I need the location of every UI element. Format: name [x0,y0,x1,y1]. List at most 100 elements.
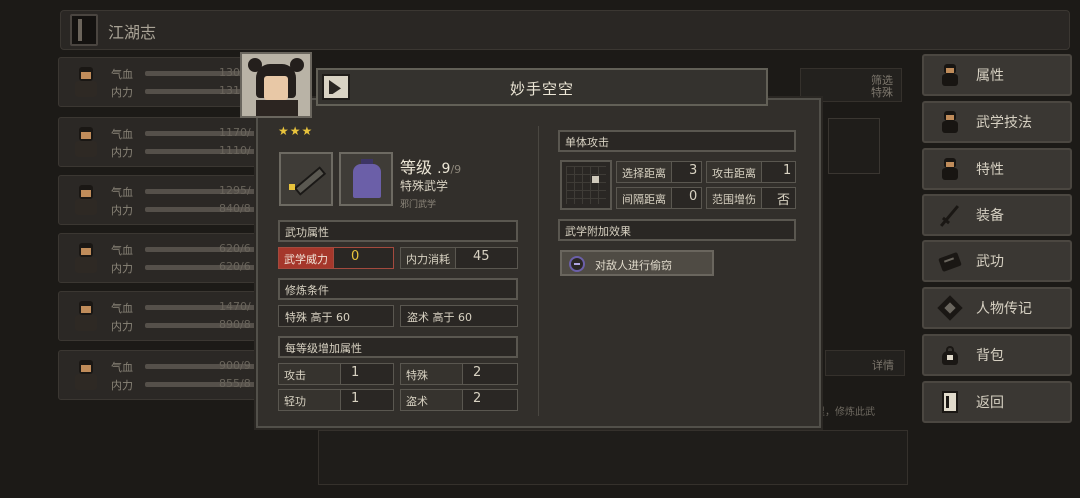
select-range-value: 3 [689,163,698,178]
mp-value: 1110/ [219,144,251,157]
character-avatar [67,239,105,277]
background-panel [318,430,908,485]
menu-button[interactable]: 属性 [922,54,1072,96]
mp-label: 内力 [111,204,133,217]
mp-value: 855/8 [219,377,251,390]
level-label: 等级 [400,158,433,177]
gain-cell: 轻功 1 [278,389,394,411]
power-cell: 武学威力 0 [278,247,394,269]
character-avatar [67,123,105,161]
background-note: 里，修炼此武 [815,407,875,418]
aoe-label: 范围增伤 [707,188,762,208]
interval-value: 0 [689,189,698,204]
gain-value: 2 [473,365,482,380]
hp-label: 气血 [111,361,133,374]
level-max: /9 [450,163,462,176]
effect-header: 武学附加效果 [558,219,796,241]
character-icon [938,110,962,134]
gain-cell: 盗术 2 [400,389,518,411]
sect-icon-slot [339,152,393,206]
menu-label: 属性 [976,68,1004,84]
level-display: 等级 .9/9 [400,154,461,178]
menu-button[interactable]: 武功 [922,240,1072,282]
gain-cell: 特殊 2 [400,363,518,385]
mp-value: 620/6 [219,260,251,273]
aoe-value: 否 [777,193,791,208]
gain-label: 盗术 [401,390,463,410]
select-range-label: 选择距离 [617,162,672,182]
mp-label: 内力 [111,262,133,275]
requirement-1: 特殊 高于 60 [278,305,394,327]
gain-label: 攻击 [279,364,341,384]
menu-button[interactable]: 武学技法 [922,101,1072,143]
power-label: 武学威力 [279,248,334,268]
menu-label: 武学技法 [976,115,1032,131]
background-slot [828,118,880,174]
gain-value: 1 [351,391,360,406]
steal-icon [569,256,585,272]
book-icon [937,295,963,321]
sect-figure-icon [353,164,381,198]
scroll-icon [938,249,962,273]
effect-item[interactable]: 对敌人进行偷窃 [560,250,714,276]
menu-label: 特性 [976,162,1004,178]
menu-button[interactable]: 特性 [922,148,1072,190]
skill-category: 特殊武学 [400,179,449,193]
mp-cost-label: 内力消耗 [401,248,456,268]
book-icon [70,14,98,46]
menu-label: 返回 [976,395,1004,411]
mp-label: 内力 [111,86,133,99]
skill-sect: 邪门武学 [400,200,437,210]
hp-label: 气血 [111,302,133,315]
menu-button[interactable]: 背包 [922,334,1072,376]
mp-label: 内力 [111,320,133,333]
top-bar [60,10,1070,50]
character-icon [938,157,962,181]
aoe-cell: 范围增伤 否 [706,187,796,209]
hp-value: 900/9 [219,359,251,372]
detail-button[interactable]: 详情 [825,350,905,376]
star-rating: ★★★ [278,124,314,138]
blade-icon [293,166,327,196]
character-icon [938,63,962,87]
menu-label: 武功 [976,254,1004,270]
attr-header: 武功属性 [278,220,518,242]
select-range-cell: 选择距离 3 [616,161,702,183]
interval-cell: 间隔距离 0 [616,187,702,209]
dialog-title-bar: 妙手空空 [316,68,768,106]
character-avatar [67,297,105,335]
menu-button[interactable]: 返回 [922,381,1072,423]
gain-value: 1 [351,365,360,380]
hp-value: 620/6 [219,242,251,255]
interval-label: 间隔距离 [617,188,672,208]
character-avatar [67,63,105,101]
mp-label: 内力 [111,146,133,159]
menu-label: 背包 [976,348,1004,364]
req-header: 修炼条件 [278,278,518,300]
mp-value: 131 [219,84,240,97]
gain-label: 轻功 [279,390,341,410]
hp-value: 1170/ [219,126,251,139]
target-header: 单体攻击 [558,130,796,152]
range-grid [560,160,612,210]
page-title: 江湖志 [108,23,157,42]
skill-icon-slot [279,152,333,206]
filter-button[interactable]: 筛选 特殊 [800,68,902,102]
hp-value: 1470/ [219,300,251,313]
hp-label: 气血 [111,68,133,81]
menu-label: 人物传记 [976,301,1032,317]
attack-range-value: 1 [783,163,792,178]
exit-door-icon [938,390,962,414]
gain-label: 特殊 [401,364,463,384]
menu-button[interactable]: 人物传记 [922,287,1072,329]
menu-label: 装备 [976,208,1004,224]
sword-icon [938,203,962,227]
mp-cost-value: 45 [473,249,490,264]
hp-label: 气血 [111,128,133,141]
mp-cost-cell: 内力消耗 45 [400,247,518,269]
hp-value: 1295/ [219,184,251,197]
character-avatar [67,181,105,219]
effect-label: 对敌人进行偷窃 [595,259,672,272]
gain-value: 2 [473,391,482,406]
menu-button[interactable]: 装备 [922,194,1072,236]
